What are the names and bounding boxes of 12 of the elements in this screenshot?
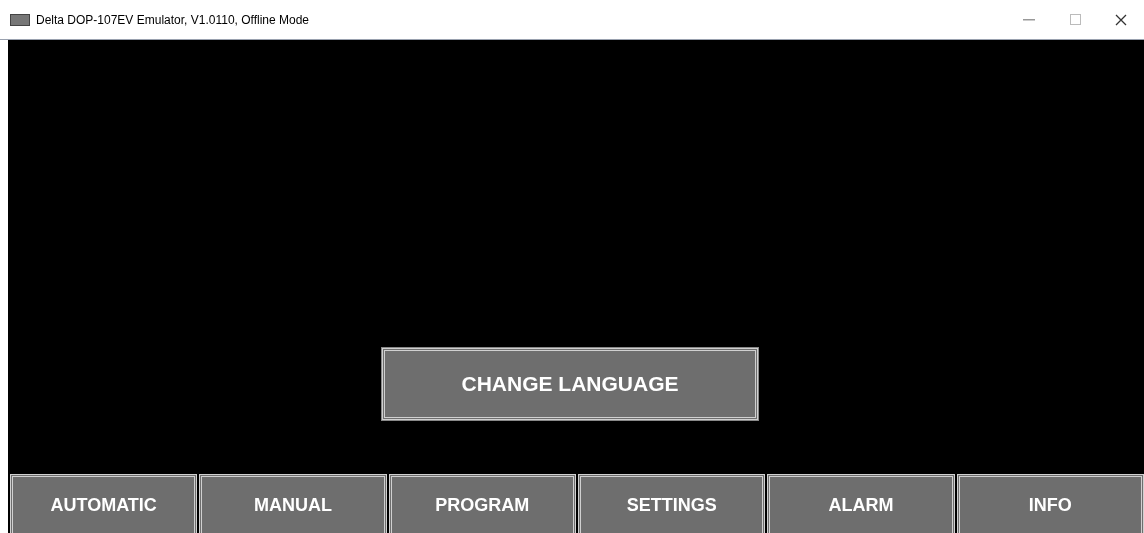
nav-button[interactable]: PROGRAM <box>388 474 576 533</box>
nav-button[interactable]: SETTINGS <box>578 474 766 533</box>
nav-button[interactable]: ALARM <box>767 474 955 533</box>
app-icon <box>10 13 30 26</box>
close-icon <box>1115 13 1127 26</box>
nav-button[interactable]: MANUAL <box>199 474 387 533</box>
minimize-icon <box>1023 18 1035 21</box>
window-title: Delta DOP-107EV Emulator, V1.0110, Offline Mode <box>36 11 310 29</box>
nav-button[interactable]: INFO <box>956 474 1144 533</box>
nav-button[interactable]: AUTOMATIC <box>10 474 198 533</box>
change-language-button[interactable]: CHANGE LANGUAGE <box>382 348 758 420</box>
maximize-icon <box>1069 14 1081 25</box>
